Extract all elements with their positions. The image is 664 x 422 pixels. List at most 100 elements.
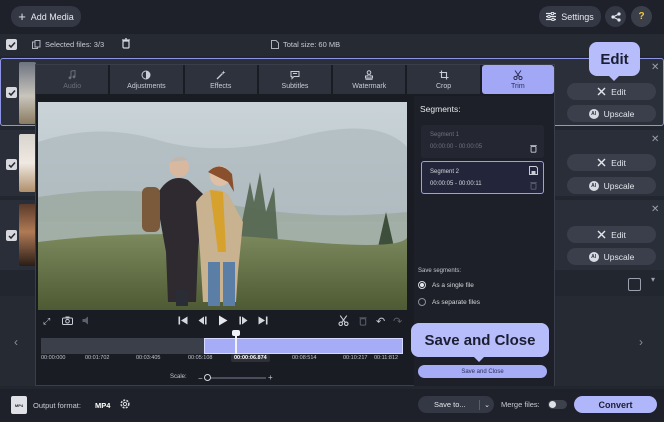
upscale-button[interactable]: AI Upscale: [567, 105, 656, 122]
chevron-right-icon[interactable]: ›: [639, 335, 643, 349]
edit-label: Edit: [611, 229, 626, 240]
row-delete-icon[interactable]: ✕: [651, 62, 659, 73]
output-format-icon[interactable]: MP4: [11, 396, 27, 414]
export-icon[interactable]: [628, 278, 641, 291]
trash-icon: [121, 38, 131, 49]
total-size: Total size: 60 MB: [271, 40, 340, 49]
scale-slider-thumb[interactable]: [204, 374, 211, 381]
playhead-handle[interactable]: [232, 330, 241, 336]
play-icon[interactable]: [218, 315, 228, 326]
cut-icon[interactable]: [338, 315, 349, 326]
edit-button[interactable]: Edit: [567, 83, 656, 100]
trash-icon[interactable]: [529, 181, 538, 190]
chevron-down-icon[interactable]: ⌄: [480, 401, 494, 409]
timeline-ruler: 00:00:000 00:01:702 00:03:405 00:05:108 …: [41, 354, 403, 364]
radio-selected[interactable]: [418, 281, 426, 289]
help-button[interactable]: ?: [631, 6, 652, 27]
save-and-close-callout: Save and Close: [411, 323, 549, 357]
chevron-down-icon[interactable]: ▾: [651, 275, 655, 284]
skip-back-icon[interactable]: [178, 316, 188, 325]
radio-unselected[interactable]: [418, 298, 426, 306]
tab-audio[interactable]: Audio: [36, 65, 109, 94]
trash-icon[interactable]: [529, 144, 538, 153]
segment-range: 00:00:00 - 00:00:05: [430, 144, 483, 150]
ai-icon: AI: [588, 108, 599, 119]
share-button[interactable]: [605, 6, 626, 27]
tab-adjustments-label: Adjustments: [127, 82, 166, 90]
file-thumbnail[interactable]: [19, 204, 36, 266]
settings-button[interactable]: Settings: [539, 6, 601, 27]
upscale-button[interactable]: AI Upscale: [567, 177, 656, 194]
edit-button[interactable]: Edit: [567, 154, 656, 171]
tick-label: 00:11:812: [374, 355, 399, 361]
row-checkbox[interactable]: [6, 87, 17, 98]
tab-trim[interactable]: Trim: [481, 65, 554, 94]
segments-title: Segments:: [420, 104, 461, 114]
skip-forward-icon[interactable]: [258, 316, 268, 325]
segment-card[interactable]: Segment 1 00:00:00 - 00:00:05: [421, 125, 544, 158]
convert-button[interactable]: Convert: [574, 396, 657, 413]
edit-callout-label: Edit: [600, 50, 629, 68]
tab-watermark[interactable]: Watermark: [333, 65, 406, 94]
gear-icon[interactable]: [119, 398, 131, 410]
settings-label: Settings: [561, 11, 594, 22]
chevron-left-icon[interactable]: ‹: [14, 335, 18, 349]
file-thumbnail[interactable]: [19, 62, 36, 124]
edit-label: Edit: [611, 157, 626, 168]
fullscreen-icon[interactable]: ⤢: [43, 316, 50, 327]
upscale-label: Upscale: [603, 108, 635, 119]
output-format-value[interactable]: MP4: [95, 401, 110, 410]
timeline-selected-segment[interactable]: [203, 338, 403, 354]
save-icon[interactable]: [529, 166, 538, 175]
scale-slider[interactable]: [206, 377, 266, 379]
help-icon: ?: [638, 11, 645, 22]
row-delete-icon[interactable]: ✕: [651, 204, 659, 215]
trash-icon[interactable]: [358, 316, 368, 326]
document-icon: [271, 40, 279, 49]
tick-label: 00:03:405: [136, 355, 161, 361]
volume-icon[interactable]: [82, 316, 93, 325]
edit-button[interactable]: Edit: [567, 226, 656, 243]
files-icon: [32, 40, 41, 49]
undo-icon[interactable]: ↶: [376, 315, 385, 328]
check-icon: [7, 41, 16, 48]
tab-adjustments[interactable]: Adjustments: [110, 65, 183, 94]
tab-subtitles[interactable]: Subtitles: [258, 65, 332, 94]
save-single-file-option[interactable]: As a single file: [418, 281, 474, 289]
video-preview[interactable]: [38, 102, 407, 310]
file-thumbnail[interactable]: [19, 134, 36, 192]
camera-icon[interactable]: [62, 316, 73, 325]
tick-label: 00:01:702: [85, 355, 110, 361]
zoom-out-icon[interactable]: −: [198, 375, 203, 383]
settings-sliders-icon: [546, 12, 557, 21]
edit-callout: Edit: [589, 42, 640, 76]
tab-effects[interactable]: Effects: [184, 65, 257, 94]
toggle-knob: [549, 401, 556, 408]
save-to-dropdown[interactable]: Save to... ⌄: [418, 396, 494, 413]
zoom-in-icon[interactable]: +: [268, 373, 273, 382]
selected-files-text: Selected files: 3/3: [45, 40, 105, 49]
tools-icon: [597, 87, 606, 96]
tab-effects-label: Effects: [210, 82, 232, 90]
row-delete-icon[interactable]: ✕: [651, 134, 659, 145]
tick-label: 00:05:108: [188, 355, 213, 361]
row-checkbox[interactable]: [6, 159, 17, 170]
step-forward-icon[interactable]: [238, 316, 248, 325]
tab-crop[interactable]: Crop: [407, 65, 480, 94]
select-all-checkbox[interactable]: [6, 39, 17, 50]
save-and-close-button[interactable]: Save and Close: [418, 365, 547, 378]
option-label: As a single file: [432, 281, 474, 289]
save-separate-files-option[interactable]: As separate files: [418, 298, 480, 306]
row-checkbox[interactable]: [6, 230, 17, 241]
redo-icon[interactable]: ↷: [393, 315, 402, 328]
add-media-button[interactable]: + Add Media: [11, 6, 81, 27]
save-and-close-label: Save and Close: [461, 368, 504, 375]
selected-files: Selected files: 3/3: [32, 40, 104, 49]
delete-selected-button[interactable]: [121, 38, 131, 49]
upscale-button[interactable]: AI Upscale: [567, 248, 656, 265]
video-frame-image: [38, 102, 407, 310]
step-back-icon[interactable]: [198, 316, 208, 325]
segment-card-selected[interactable]: Segment 2 00:00:05 - 00:00:11: [421, 161, 544, 194]
merge-files-toggle[interactable]: [548, 400, 567, 409]
tools-icon: [597, 230, 606, 239]
